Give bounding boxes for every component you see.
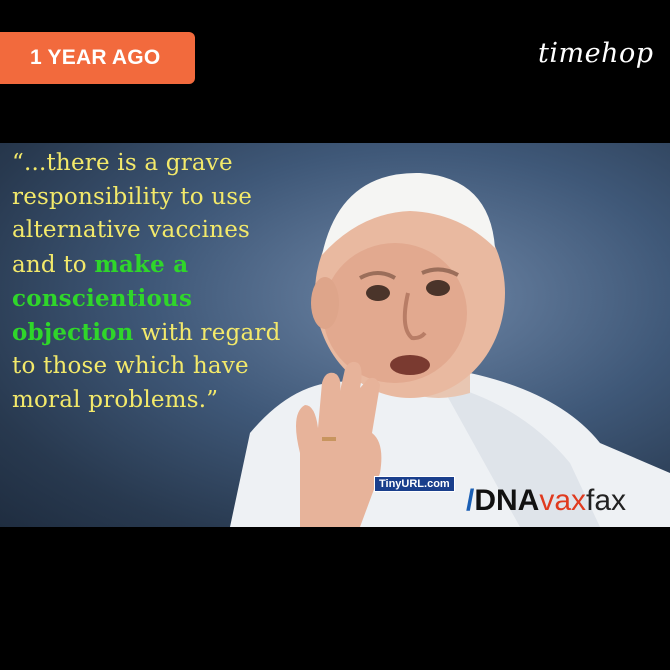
quote-fragment: and to (12, 251, 95, 278)
meme-image: “...there is a grave responsibility to u… (0, 143, 670, 527)
time-ago-badge: 1 YEAR AGO (0, 32, 195, 84)
quote-text: “...there is a grave responsibility to u… (12, 147, 342, 417)
quote-line: “...there is a grave (12, 150, 233, 176)
quote-highlight: objection (12, 318, 134, 346)
quote-fragment: with regard (133, 319, 281, 346)
timehop-logo: timehop (538, 38, 654, 69)
dnavaxfax-watermark: /DNAvaxfax (466, 481, 626, 521)
watermark-vax: vax (539, 484, 587, 517)
quote-line: responsibility to use (12, 183, 253, 210)
quote-line: and to make a (12, 248, 342, 283)
quote-line: objection with regard (12, 316, 342, 351)
quote-line: moral problems.” (12, 386, 219, 413)
watermark-fax: fax (586, 484, 627, 517)
quote-highlight: make a (94, 250, 189, 278)
tinyurl-badge: TinyURL.com (374, 476, 455, 492)
watermark-dna: DNA (474, 484, 540, 517)
quote-line: alternative vaccines (12, 217, 251, 243)
quote-line: to those which have (12, 353, 249, 379)
quote-highlight: conscientious (12, 285, 193, 312)
